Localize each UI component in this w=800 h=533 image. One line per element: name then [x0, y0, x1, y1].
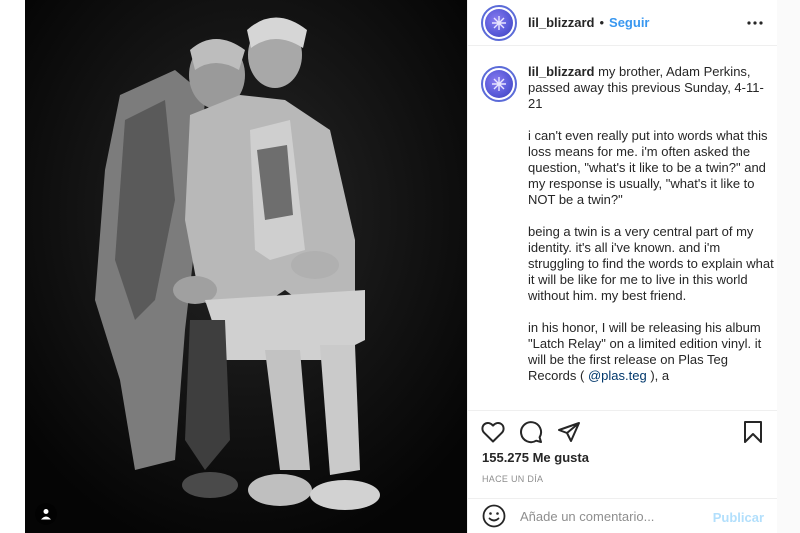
snowflake-icon [485, 8, 513, 37]
caption-paragraph-2: being a twin is a very central part of m… [528, 224, 774, 303]
emoji-icon[interactable] [482, 504, 506, 528]
caption-first-line: lil_blizzard my brother, Adam Perkins, p… [528, 64, 775, 112]
caption-username[interactable]: lil_blizzard [528, 64, 594, 79]
comment-icon[interactable] [518, 419, 544, 445]
action-bar [468, 410, 778, 450]
snowflake-icon [485, 70, 513, 98]
more-options-icon[interactable] [746, 14, 764, 32]
post-detail-panel: lil_blizzard • Seguir lil_blizzard my br… [467, 0, 778, 533]
post-header: lil_blizzard • Seguir [468, 0, 778, 46]
right-gutter [777, 0, 800, 533]
heart-icon[interactable] [480, 419, 506, 445]
comment-input[interactable] [520, 508, 710, 524]
likes-count[interactable]: 155.275 Me gusta [482, 450, 589, 465]
post-username[interactable]: lil_blizzard [528, 15, 594, 30]
caption-paragraph-1: i can't even really put into words what … [528, 128, 768, 207]
user-tag-icon[interactable] [35, 503, 57, 525]
caption-paragraph-3: in his honor, I will be releasing his al… [528, 320, 775, 384]
post-timestamp: HACE UN DÍA [482, 474, 544, 484]
comment-bar: Publicar [468, 498, 778, 533]
bookmark-icon[interactable] [740, 419, 766, 445]
post-photo[interactable] [25, 0, 467, 533]
caption-paragraph-3-end: ), a [646, 368, 670, 383]
mention-link[interactable]: @plas.teg [588, 368, 647, 383]
follow-button[interactable]: Seguir [609, 15, 649, 30]
share-icon[interactable] [556, 419, 582, 445]
publish-button[interactable]: Publicar [713, 510, 764, 525]
caption-text: lil_blizzard my brother, Adam Perkins, p… [528, 64, 775, 384]
caption-area: lil_blizzard my brother, Adam Perkins, p… [468, 64, 778, 408]
photo-illustration [25, 0, 467, 533]
caption-row: lil_blizzard my brother, Adam Perkins, p… [481, 64, 778, 384]
avatar[interactable] [481, 4, 517, 41]
separator-dot: • [599, 15, 605, 30]
caption-avatar[interactable] [481, 66, 517, 102]
left-gutter [0, 0, 25, 533]
